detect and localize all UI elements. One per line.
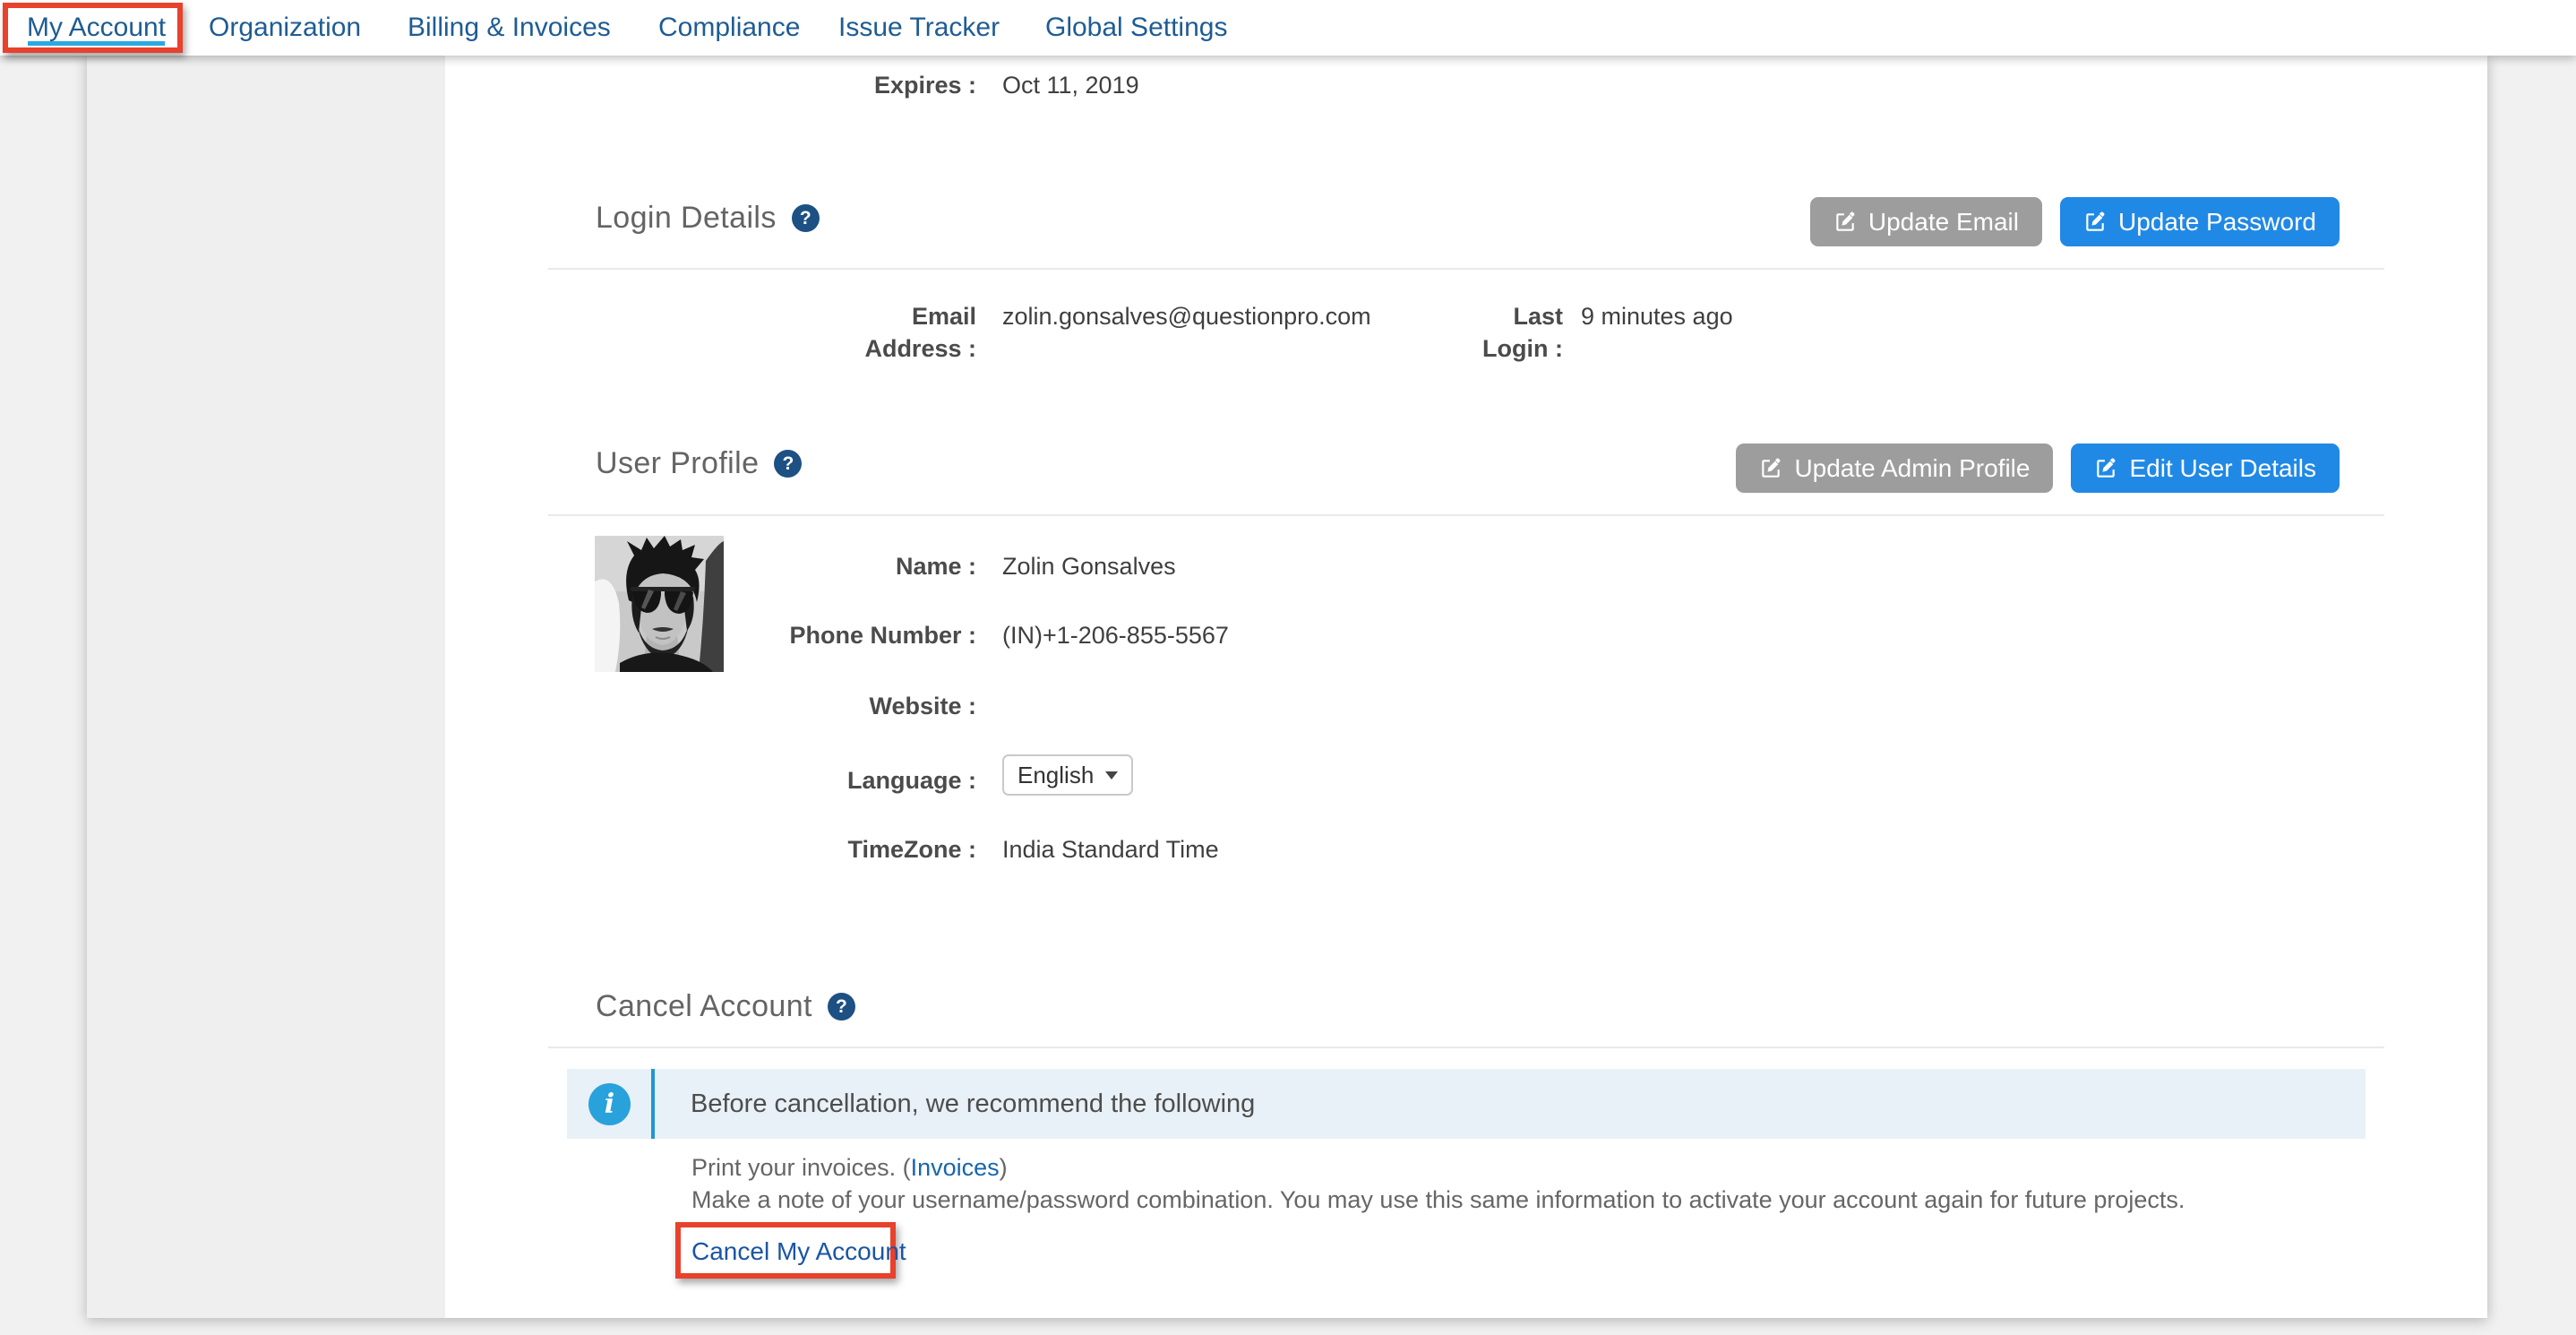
user-profile-heading: User Profile ? (596, 446, 802, 481)
tab-compliance[interactable]: Compliance (658, 0, 800, 56)
section-title: User Profile (596, 446, 759, 481)
content-card: Expires : Oct 11, 2019 Login Details ? U… (87, 56, 2487, 1318)
cancel-my-account-link[interactable]: Cancel My Account (681, 1227, 890, 1266)
cancellation-tips: Print your invoices. (Invoices) Make a n… (691, 1151, 2185, 1216)
edit-icon (2083, 211, 2107, 234)
help-icon[interactable]: ? (828, 993, 855, 1021)
help-icon[interactable]: ? (792, 204, 820, 232)
section-divider (548, 1046, 2384, 1048)
section-title: Cancel Account (596, 989, 812, 1024)
language-select[interactable]: English (1002, 754, 1133, 796)
button-label: Update Admin Profile (1794, 454, 2030, 483)
button-label: Edit User Details (2129, 454, 2316, 483)
edit-icon (2094, 457, 2117, 480)
login-details-actions: Update Email Update Password (1810, 197, 2340, 246)
update-password-button[interactable]: Update Password (2060, 197, 2340, 246)
user-profile-actions: Update Admin Profile Edit User Details (1736, 444, 2340, 493)
last-login-value: 9 minutes ago (1581, 300, 1733, 332)
help-icon[interactable]: ? (774, 450, 802, 478)
edit-icon (1759, 457, 1782, 480)
chevron-down-icon (1105, 771, 1118, 779)
tip-text: ) (1000, 1154, 1008, 1181)
tab-issue-tracker[interactable]: Issue Tracker (838, 0, 1000, 56)
tab-organization[interactable]: Organization (209, 0, 361, 56)
edit-icon (1833, 211, 1857, 234)
timezone-value: India Standard Time (1002, 833, 1219, 866)
language-selected-value: English (1018, 762, 1094, 789)
section-divider (548, 268, 2384, 270)
info-heading: Before cancellation, we recommend the fo… (691, 1090, 1255, 1119)
tip-text: Print your invoices. ( (691, 1154, 911, 1181)
invoices-link[interactable]: Invoices (911, 1154, 1000, 1181)
annotation-box-my-account (3, 3, 183, 53)
tab-global-settings[interactable]: Global Settings (1045, 0, 1227, 56)
name-label: Name : (87, 550, 976, 582)
website-label: Website : (87, 690, 976, 722)
timezone-label: TimeZone : (87, 833, 976, 866)
last-login-label: LastLogin : (1251, 300, 1563, 365)
phone-label: Phone Number : (87, 619, 976, 651)
info-icon: i (588, 1083, 631, 1125)
button-label: Update Password (2118, 208, 2316, 237)
tab-billing-invoices[interactable]: Billing & Invoices (408, 0, 611, 56)
cancel-account-heading: Cancel Account ? (596, 989, 855, 1024)
username-tip-line: Make a note of your username/password co… (691, 1184, 2185, 1216)
update-admin-profile-button[interactable]: Update Admin Profile (1736, 444, 2053, 493)
info-divider (651, 1069, 655, 1139)
sidebar (87, 56, 445, 1318)
expires-label: Expires : (87, 69, 976, 101)
language-label: Language : (87, 764, 976, 797)
section-divider (548, 514, 2384, 516)
name-value: Zolin Gonsalves (1002, 550, 1176, 582)
cancellation-info-box: i Before cancellation, we recommend the … (567, 1069, 2366, 1139)
section-title: Login Details (596, 201, 777, 236)
login-details-heading: Login Details ? (596, 201, 820, 236)
button-label: Update Email (1868, 208, 2019, 237)
update-email-button[interactable]: Update Email (1810, 197, 2042, 246)
email-address-label: EmailAddress : (87, 300, 976, 365)
invoices-tip-line: Print your invoices. (Invoices) (691, 1151, 2185, 1184)
edit-user-details-button[interactable]: Edit User Details (2071, 444, 2340, 493)
annotation-box-cancel-my-account: Cancel My Account (675, 1222, 896, 1279)
phone-value: (IN)+1-206-855-5567 (1002, 619, 1229, 651)
top-nav: My Account Organization Billing & Invoic… (0, 0, 2576, 56)
settings-page: Expires : Oct 11, 2019 Login Details ? U… (0, 0, 2576, 1335)
expires-value: Oct 11, 2019 (1002, 69, 1139, 101)
